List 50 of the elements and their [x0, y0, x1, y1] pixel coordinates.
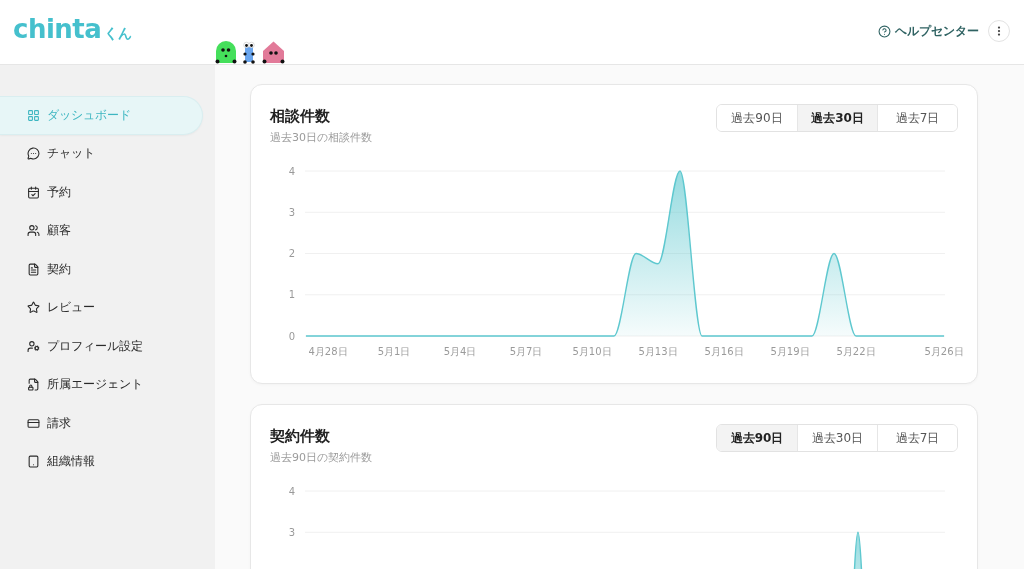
x-axis-label: 5月13日 [638, 346, 678, 357]
sidebar-item[interactable]: レビュー [0, 288, 203, 327]
sidebar-item[interactable]: 所属エージェント [0, 365, 203, 404]
calendar-check-icon [27, 185, 40, 199]
range-tab[interactable]: 過去7日 [877, 105, 957, 131]
chat-bubble-icon [27, 147, 40, 161]
more-options-button[interactable] [988, 20, 1010, 42]
house-mascot-icon [261, 40, 286, 64]
y-axis-label: 0 [288, 330, 295, 342]
range-tab[interactable]: 過去30日 [797, 105, 877, 131]
card-title: 契約件数 [270, 426, 331, 447]
y-axis-label: 4 [288, 165, 295, 177]
card-title: 相談件数 [270, 106, 331, 127]
y-axis-label: 3 [288, 206, 295, 218]
sidebar-item[interactable]: 組織情報 [0, 442, 203, 481]
sidebar-item[interactable]: 契約 [0, 250, 203, 289]
ghost-mascot-icon [215, 40, 237, 64]
y-axis-label: 4 [288, 485, 295, 497]
sidebar-item[interactable]: 顧客 [0, 211, 203, 250]
help-center-link[interactable]: ヘルプセンター [878, 22, 979, 40]
users-icon [27, 224, 40, 238]
x-axis-label: 5月16日 [704, 346, 744, 357]
logo-suffix: くん [104, 25, 133, 41]
x-axis-label: 5月7日 [509, 346, 543, 357]
card-icon [27, 416, 40, 430]
document-icon [27, 262, 40, 276]
sidebar-item[interactable]: プロフィール設定 [0, 327, 203, 366]
x-axis-label: 5月4日 [443, 346, 477, 357]
y-axis-label: 1 [288, 289, 295, 301]
range-tab[interactable]: 過去7日 [877, 425, 957, 451]
grid-icon [27, 108, 40, 122]
range-tab[interactable]: 過去90日 [717, 425, 797, 451]
card-subtitle: 過去30日の相談件数 [270, 130, 372, 146]
x-axis-label: 5月22日 [836, 346, 876, 357]
y-axis-label: 3 [288, 526, 295, 538]
y-axis-label: 2 [288, 248, 295, 259]
star-icon [27, 301, 40, 315]
x-axis-label: 5月10日 [572, 346, 612, 357]
x-axis-label: 5月1日 [377, 346, 411, 357]
tablet-icon [27, 455, 40, 469]
sidebar-item[interactable]: 予約 [0, 173, 203, 212]
document-lock-icon [27, 378, 40, 392]
x-axis-label: 4月28日 [308, 346, 348, 357]
sidebar-item[interactable]: 請求 [0, 404, 203, 443]
user-gear-icon [27, 339, 40, 353]
x-axis-label: 5月26日 [924, 346, 964, 357]
card-subtitle: 過去90日の契約件数 [270, 450, 372, 466]
sidebar-item[interactable]: チャット [0, 134, 203, 173]
x-axis-label: 5月19日 [770, 346, 810, 357]
help-icon [878, 24, 891, 38]
